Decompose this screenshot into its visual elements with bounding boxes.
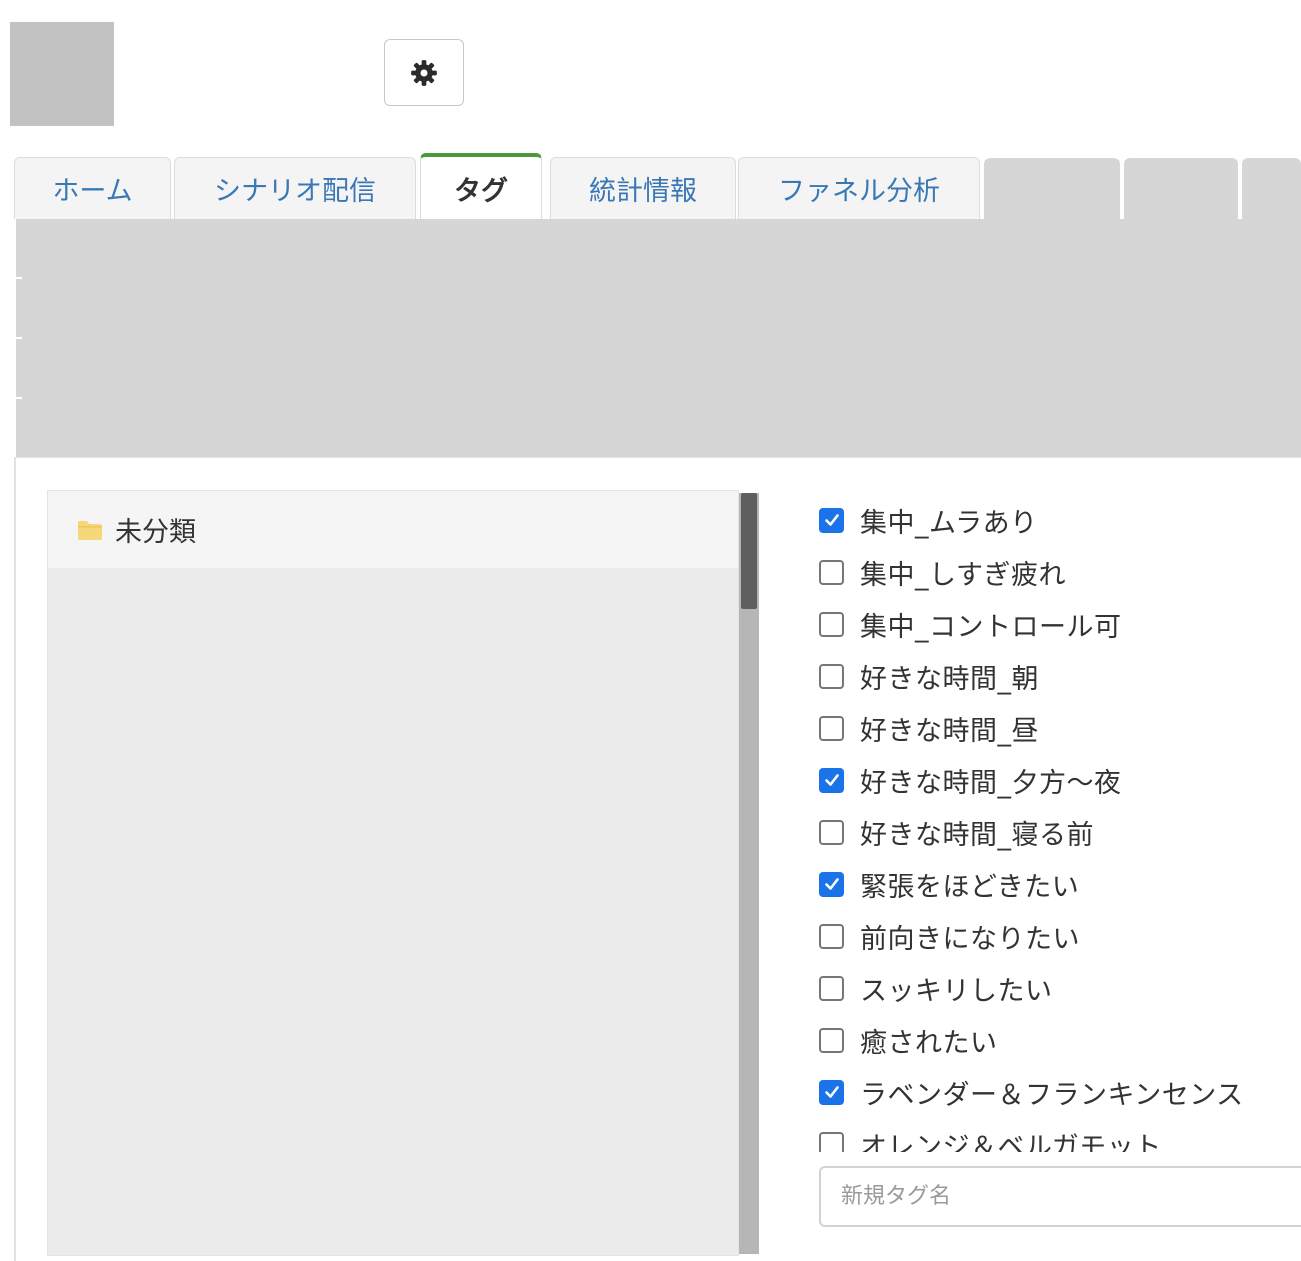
tag-label: 緊張をほどきたい (860, 871, 1080, 903)
tag-checkbox[interactable] (819, 871, 844, 897)
tab-tags[interactable]: タグ (420, 153, 542, 219)
tag-label: 好きな時間_昼 (860, 715, 1039, 747)
tag-item[interactable]: 癒されたい (819, 1020, 998, 1060)
tab-placeholder (1242, 158, 1301, 219)
tab-placeholder (1124, 158, 1238, 219)
tag-item[interactable]: 好きな時間_朝 (819, 656, 1039, 696)
tag-checkbox[interactable] (819, 663, 844, 689)
tag-item[interactable]: スッキリしたい (819, 968, 1053, 1008)
check-icon (824, 514, 839, 526)
tag-label: 好きな時間_朝 (860, 663, 1039, 695)
tag-checkbox[interactable] (819, 975, 844, 1001)
divider (16, 397, 22, 399)
tag-checkbox[interactable] (819, 1131, 844, 1152)
tag-item[interactable]: 集中_しすぎ疲れ (819, 552, 1066, 592)
logo-placeholder (10, 22, 114, 126)
tag-checkbox[interactable] (819, 819, 844, 845)
divider (16, 337, 22, 339)
tag-label: 集中_コントロール可 (860, 611, 1122, 643)
gear-icon (411, 59, 437, 86)
folder-scrollbar-thumb[interactable] (741, 493, 757, 609)
tag-label: 前向きになりたい (860, 923, 1080, 955)
tag-item[interactable]: 好きな時間_昼 (819, 708, 1039, 748)
main-tabs: ホーム シナリオ配信 タグ 統計情報 ファネル分析 (14, 153, 1301, 219)
tab-funnel[interactable]: ファネル分析 (738, 157, 980, 219)
folder-item-uncategorized[interactable]: 未分類 (48, 491, 738, 568)
settings-button[interactable] (384, 39, 464, 106)
check-icon (824, 878, 839, 890)
tab-stats[interactable]: 統計情報 (550, 157, 736, 219)
new-tag-input[interactable] (819, 1166, 1301, 1227)
tag-item[interactable]: 好きな時間_夕方〜夜 (819, 760, 1122, 800)
divider (16, 277, 22, 279)
tag-item[interactable]: 緊張をほどきたい (819, 864, 1079, 904)
tag-item[interactable]: オレンジ＆ベルガモット (819, 1124, 1162, 1152)
tag-label: ラベンダー＆フランキンセンス (860, 1079, 1244, 1111)
tag-item[interactable]: 集中_ムラあり (819, 500, 1038, 540)
tag-checkbox[interactable] (819, 923, 844, 949)
tag-checkbox[interactable] (819, 611, 844, 637)
tag-item[interactable]: 前向きになりたい (819, 916, 1080, 956)
check-icon (824, 1086, 839, 1098)
tag-checkbox[interactable] (819, 715, 844, 741)
tag-checkbox[interactable] (819, 507, 844, 533)
tag-item[interactable]: 集中_コントロール可 (819, 604, 1122, 644)
tag-label: 集中_しすぎ疲れ (860, 559, 1066, 591)
tag-checkbox[interactable] (819, 559, 844, 585)
tag-item[interactable]: 好きな時間_寝る前 (819, 812, 1094, 852)
tag-item[interactable]: ラベンダー＆フランキンセンス (819, 1072, 1244, 1112)
tab-placeholder (984, 158, 1120, 219)
tag-label: オレンジ＆ベルガモット (860, 1131, 1162, 1153)
folder-label: 未分類 (115, 517, 196, 548)
tag-label: 癒されたい (860, 1027, 998, 1059)
tag-checkbox[interactable] (819, 767, 844, 793)
tag-list: 集中_ムラあり 集中_しすぎ疲れ集中_コントロール可 好きな時間_朝 好きな時間_昼好… (789, 490, 1301, 1152)
check-icon (824, 774, 839, 786)
tag-checkbox[interactable] (819, 1027, 844, 1053)
tag-label: 好きな時間_寝る前 (860, 819, 1094, 851)
tag-label: スッキリしたい (860, 975, 1053, 1007)
tab-scenario[interactable]: シナリオ配信 (174, 157, 416, 219)
folder-icon (78, 520, 102, 540)
tab-home[interactable]: ホーム (14, 157, 171, 219)
tag-label: 集中_ムラあり (860, 507, 1038, 539)
tag-checkbox[interactable] (819, 1079, 844, 1105)
folder-list: 未分類 (47, 490, 739, 1256)
tag-label: 好きな時間_夕方〜夜 (860, 767, 1122, 799)
redacted-area (16, 219, 1301, 457)
